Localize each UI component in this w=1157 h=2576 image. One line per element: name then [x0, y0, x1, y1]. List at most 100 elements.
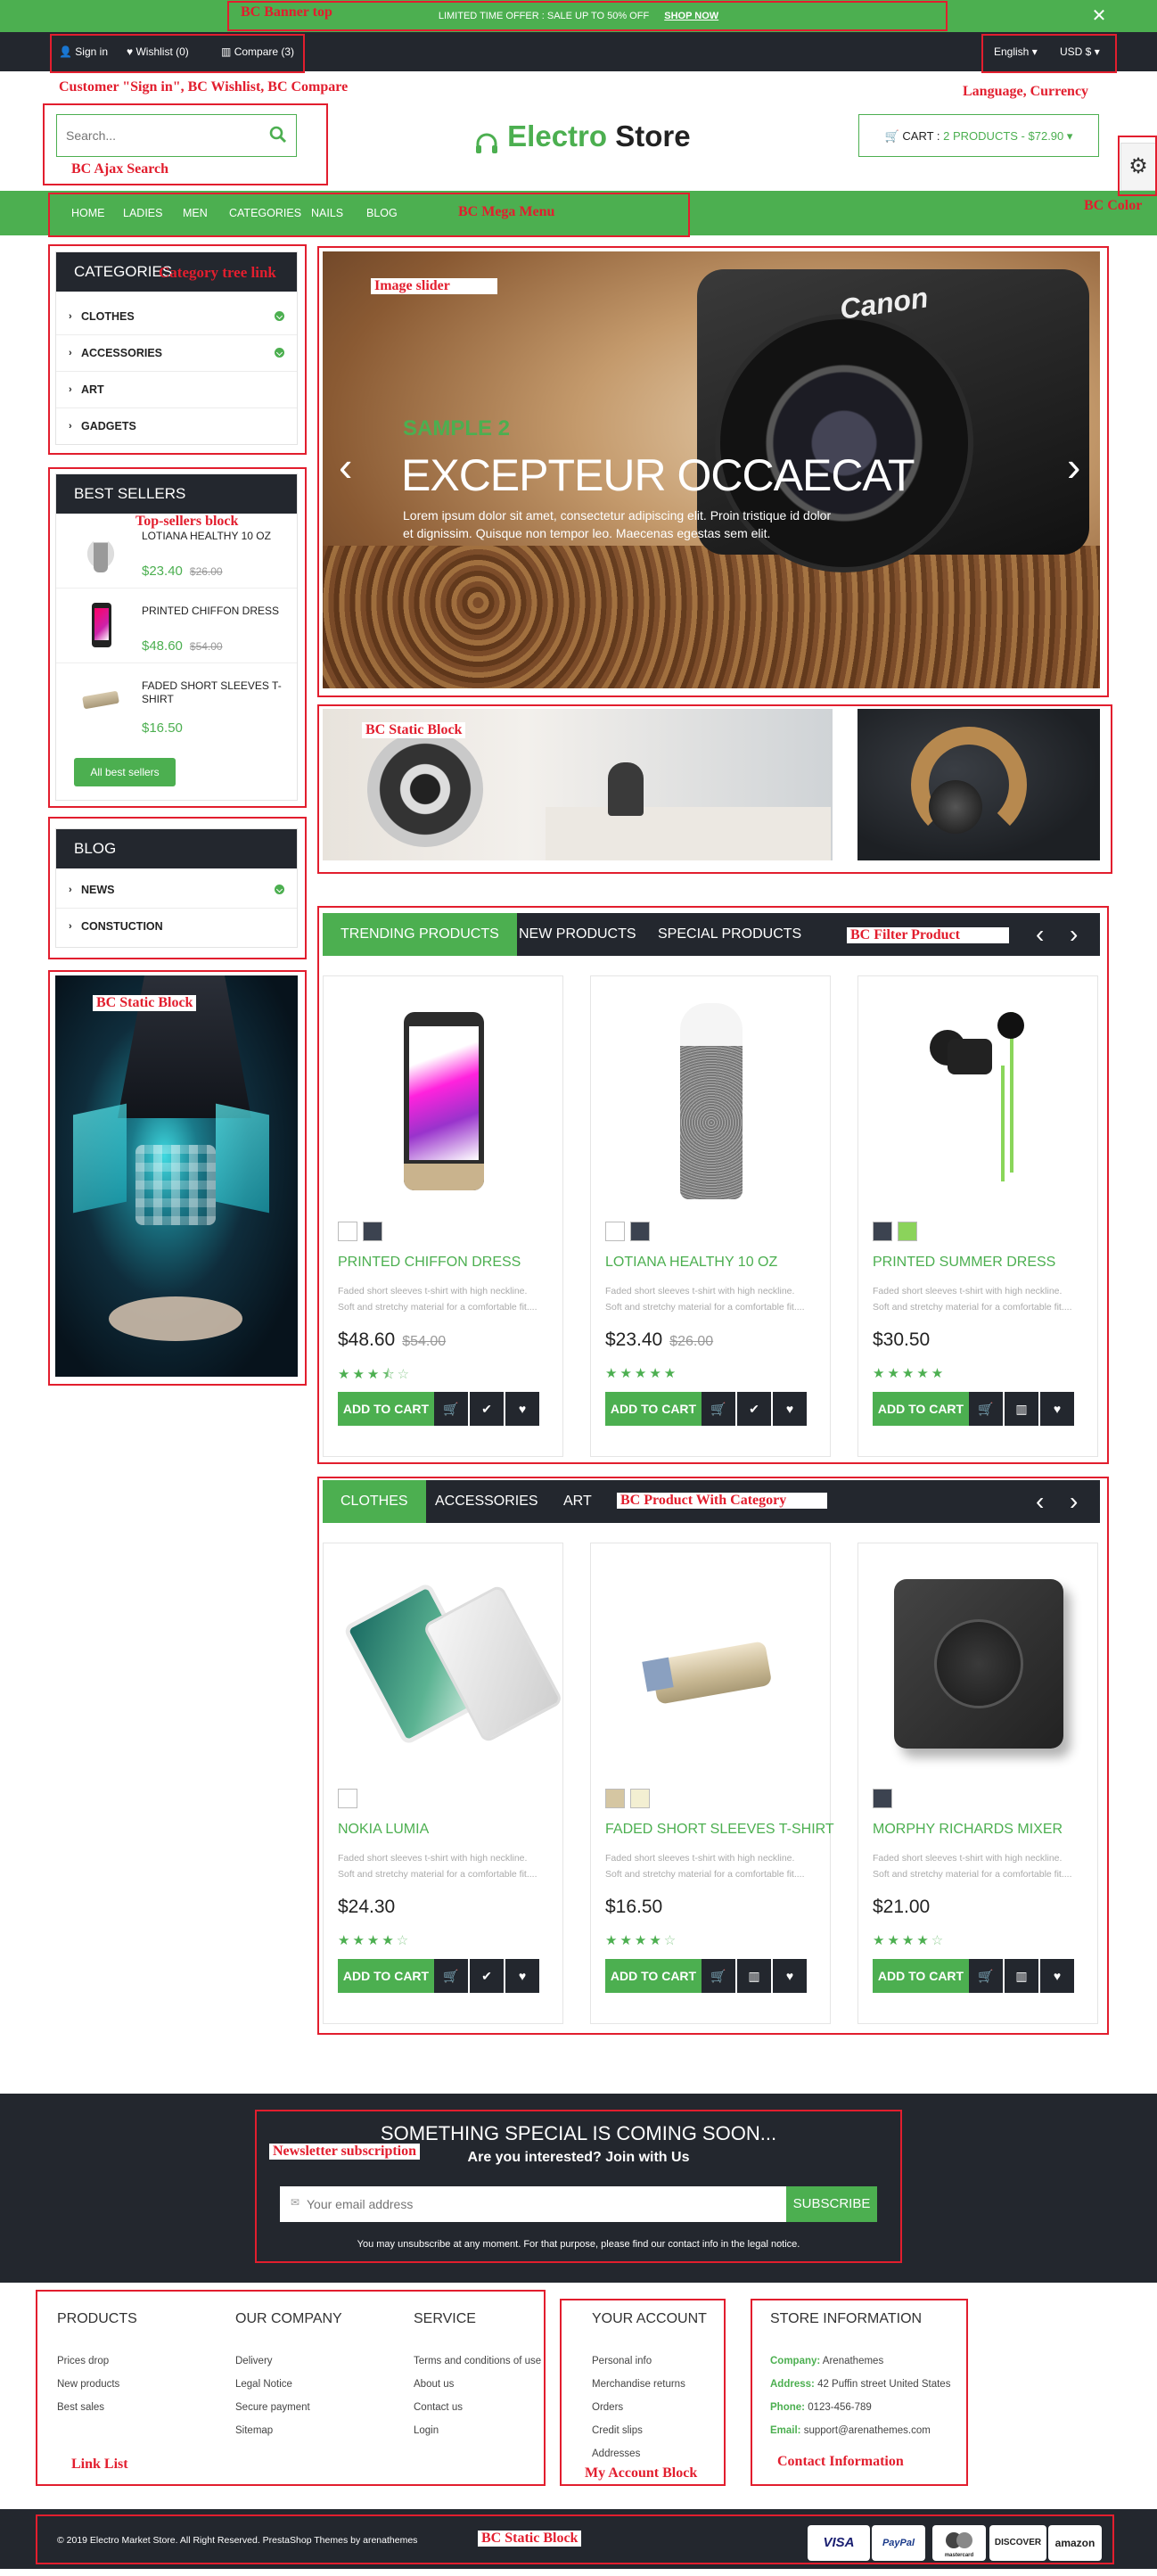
tab-new-products[interactable]: NEW PRODUCTS — [501, 913, 654, 956]
product-name[interactable]: FADED SHORT SLEEVES T-SHIRT — [605, 1822, 834, 1838]
check-icon-button[interactable]: ✔ — [737, 1392, 771, 1426]
color-swatch-white[interactable] — [338, 1222, 357, 1241]
footer-link[interactable]: Sitemap — [235, 2425, 414, 2436]
heart-icon-button[interactable]: ♥ — [773, 1392, 807, 1426]
menu-item-home[interactable]: HOME — [71, 191, 105, 235]
cart-button[interactable]: 🛒 CART : 2 PRODUCTS - $72.90 ▾ — [858, 114, 1099, 157]
footer-link[interactable]: Best sales — [57, 2402, 235, 2413]
language-selector[interactable]: English ▾ — [994, 32, 1038, 71]
cart-icon-button[interactable]: 🛒 — [434, 1959, 468, 1993]
product-card[interactable]: PRINTED CHIFFON DRESS Faded short sleeve… — [323, 975, 563, 1457]
blog-item-news[interactable]: › NEWS — [56, 872, 297, 909]
expand-icon[interactable] — [275, 885, 284, 894]
category-item-clothes[interactable]: › CLOTHES — [56, 299, 297, 335]
menu-item-ladies[interactable]: LADIES — [123, 191, 162, 235]
product-card[interactable]: LOTIANA HEALTHY 10 OZ Faded short sleeve… — [590, 975, 831, 1457]
product-name[interactable]: MORPHY RICHARDS MIXER — [873, 1822, 1063, 1838]
slider-next-arrow[interactable]: › — [1067, 446, 1080, 487]
menu-item-categories[interactable]: CATEGORIES — [229, 191, 301, 235]
tab-trending-products[interactable]: TRENDING PRODUCTS — [323, 913, 517, 956]
store-email[interactable]: Email: support@arenathemes.com — [770, 2425, 966, 2436]
menu-item-blog[interactable]: BLOG — [366, 191, 398, 235]
category-item-accessories[interactable]: › ACCESSORIES — [56, 335, 297, 372]
currency-selector[interactable]: USD $ ▾ — [1060, 32, 1100, 71]
product-card[interactable]: MORPHY RICHARDS MIXER Faded short sleeve… — [857, 1543, 1098, 2024]
compare-icon-button[interactable]: ▥ — [1005, 1392, 1038, 1426]
best-seller-item[interactable]: PRINTED CHIFFON DRESS $48.60 $54.00 — [56, 588, 297, 663]
footer-link[interactable]: Merchandise returns — [592, 2379, 726, 2390]
carousel-next-arrow[interactable]: › — [1070, 922, 1078, 947]
cart-icon-button[interactable]: 🛒 — [969, 1392, 1003, 1426]
sidebar-static-banner[interactable] — [55, 975, 298, 1377]
product-name[interactable]: PRINTED SUMMER DRESS — [873, 1255, 1055, 1271]
expand-icon[interactable] — [275, 311, 284, 321]
color-swatch-beige[interactable] — [605, 1789, 625, 1808]
footer-link[interactable]: Credit slips — [592, 2425, 726, 2436]
check-icon-button[interactable]: ✔ — [470, 1392, 504, 1426]
banner-close-icon[interactable]: ✕ — [1086, 0, 1112, 32]
color-swatch-white[interactable] — [338, 1789, 357, 1808]
product-card[interactable]: FADED SHORT SLEEVES T-SHIRT Faded short … — [590, 1543, 834, 2024]
heart-icon-button[interactable]: ♥ — [505, 1392, 539, 1426]
cart-icon-button[interactable]: 🛒 — [702, 1392, 735, 1426]
expand-icon[interactable] — [275, 348, 284, 358]
category-item-art[interactable]: › ART — [56, 372, 297, 408]
compare-link[interactable]: ▥ Compare (3) — [221, 32, 294, 71]
footer-link[interactable]: New products — [57, 2379, 235, 2390]
menu-item-nails[interactable]: NAILS — [311, 191, 343, 235]
tab-accessories[interactable]: ACCESSORIES — [417, 1480, 556, 1523]
color-swatch-green[interactable] — [898, 1222, 917, 1241]
heart-icon-button[interactable]: ♥ — [773, 1959, 807, 1993]
cart-icon-button[interactable]: 🛒 — [969, 1959, 1003, 1993]
carousel-next-arrow[interactable]: › — [1070, 1489, 1078, 1514]
add-to-cart-button[interactable]: ADD TO CART — [605, 1959, 702, 1993]
footer-link[interactable]: Terms and conditions of use — [414, 2356, 547, 2366]
product-name[interactable]: NOKIA LUMIA — [338, 1822, 429, 1838]
carousel-prev-arrow[interactable]: ‹ — [1036, 1489, 1044, 1514]
product-name[interactable]: LOTIANA HEALTHY 10 OZ — [605, 1255, 777, 1271]
heart-icon-button[interactable]: ♥ — [505, 1959, 539, 1993]
compare-icon-button[interactable]: ▥ — [737, 1959, 771, 1993]
slider-prev-arrow[interactable]: ‹ — [339, 446, 352, 487]
category-item-gadgets[interactable]: › GADGETS — [56, 408, 297, 445]
footer-link[interactable]: Addresses — [592, 2448, 726, 2459]
color-swatch-dark[interactable] — [630, 1222, 650, 1241]
color-swatch-dark[interactable] — [363, 1222, 382, 1241]
footer-link[interactable]: Delivery — [235, 2356, 414, 2366]
color-swatch-dark[interactable] — [873, 1222, 892, 1241]
tab-clothes[interactable]: CLOTHES — [323, 1480, 426, 1523]
heart-icon-button[interactable]: ♥ — [1040, 1959, 1074, 1993]
compare-icon-button[interactable]: ▥ — [1005, 1959, 1038, 1993]
subscribe-button[interactable]: SUBSCRIBE — [786, 2186, 877, 2222]
footer-link[interactable]: Contact us — [414, 2402, 547, 2413]
cart-icon-button[interactable]: 🛒 — [702, 1959, 735, 1993]
add-to-cart-button[interactable]: ADD TO CART — [873, 1959, 969, 1993]
wishlist-link[interactable]: ♥ Wishlist (0) — [127, 32, 189, 71]
footer-link[interactable]: Login — [414, 2425, 547, 2436]
static-banner-headphones[interactable] — [857, 709, 1100, 860]
footer-link[interactable]: Personal info — [592, 2356, 726, 2366]
footer-link[interactable]: Orders — [592, 2402, 726, 2413]
sign-in-link[interactable]: 👤 Sign in — [59, 32, 108, 71]
add-to-cart-button[interactable]: ADD TO CART — [873, 1392, 969, 1426]
product-card[interactable]: PRINTED SUMMER DRESS Faded short sleeves… — [857, 975, 1098, 1457]
search-icon[interactable] — [269, 126, 287, 144]
cart-icon-button[interactable]: 🛒 — [434, 1392, 468, 1426]
menu-item-men[interactable]: MEN — [183, 191, 208, 235]
carousel-prev-arrow[interactable]: ‹ — [1036, 922, 1044, 947]
best-seller-item[interactable]: FADED SHORT SLEEVES T-SHIRT $16.50 — [56, 663, 297, 738]
footer-link[interactable]: Legal Notice — [235, 2379, 414, 2390]
tab-art[interactable]: ART — [546, 1480, 610, 1523]
tab-special-products[interactable]: SPECIAL PRODUCTS — [640, 913, 819, 956]
color-swatch-cream[interactable] — [630, 1789, 650, 1808]
all-best-sellers-button[interactable]: All best sellers — [74, 758, 176, 786]
footer-link[interactable]: Prices drop — [57, 2356, 235, 2366]
color-settings-button[interactable]: ⚙ — [1120, 143, 1156, 191]
search-input[interactable] — [66, 124, 244, 147]
store-logo[interactable]: Electro Store — [474, 116, 691, 157]
footer-link[interactable]: Secure payment — [235, 2402, 414, 2413]
add-to-cart-button[interactable]: ADD TO CART — [338, 1959, 434, 1993]
product-card[interactable]: NOKIA LUMIA Faded short sleeves t-shirt … — [323, 1543, 564, 2024]
email-field[interactable] — [307, 2193, 770, 2215]
product-name[interactable]: PRINTED CHIFFON DRESS — [338, 1255, 521, 1271]
